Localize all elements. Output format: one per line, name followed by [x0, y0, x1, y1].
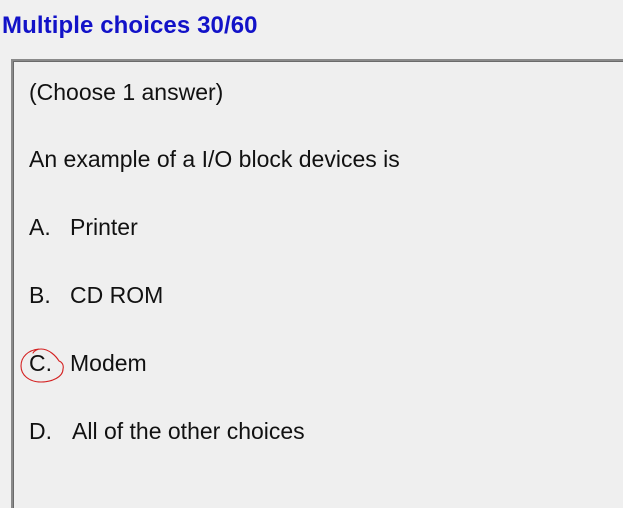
choice-label: All of the other choices [72, 418, 305, 444]
choice-label: Printer [70, 214, 138, 240]
choice-label: Modem [70, 350, 147, 376]
choice-letter: C. [29, 350, 52, 376]
answer-instruction: (Choose 1 answer) [29, 79, 224, 105]
choice-letter: D. [29, 418, 52, 444]
choice-c[interactable]: C. Modem [29, 349, 147, 377]
choice-label: CD ROM [70, 282, 164, 308]
choice-a[interactable]: A. Printer [29, 213, 138, 241]
choice-d[interactable]: D. All of the other choices [29, 417, 305, 445]
choice-b[interactable]: B. CD ROM [29, 281, 163, 309]
choice-letter: A. [29, 214, 51, 240]
page-title: Multiple choices 30/60 [2, 12, 258, 39]
question-text: An example of a I/O block devices is [29, 146, 400, 172]
choice-letter: B. [29, 282, 51, 308]
